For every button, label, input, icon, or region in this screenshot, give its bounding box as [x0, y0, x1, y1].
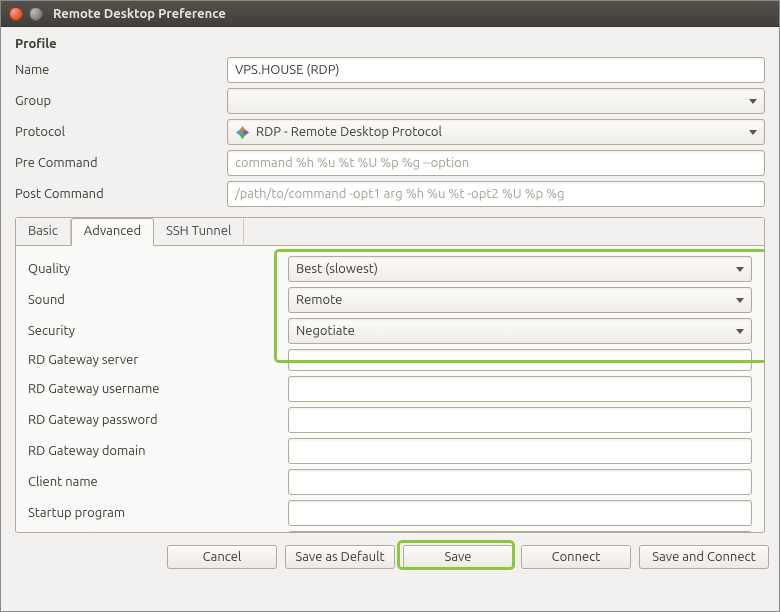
group-dropdown[interactable]	[227, 88, 765, 114]
sound-dropdown[interactable]: Remote	[288, 287, 752, 313]
save-as-default-button[interactable]: Save as Default	[285, 545, 395, 569]
quality-label: Quality	[28, 262, 288, 276]
post-command-label: Post Command	[15, 187, 227, 201]
quality-dropdown[interactable]: Best (slowest)	[288, 256, 752, 282]
close-icon[interactable]	[9, 7, 23, 21]
post-command-input[interactable]	[227, 181, 765, 207]
rdgw-server-label: RD Gateway server	[28, 353, 288, 367]
rdgw-server-input[interactable]	[288, 349, 752, 371]
save-button[interactable]: Save	[403, 545, 513, 569]
client-name-label: Client name	[28, 475, 288, 489]
protocol-value: RDP - Remote Desktop Protocol	[256, 125, 743, 139]
rdp-icon	[235, 125, 250, 140]
security-label: Security	[28, 324, 288, 338]
tab-bar: Basic Advanced SSH Tunnel	[16, 218, 764, 246]
startup-program-input[interactable]	[288, 500, 752, 526]
startup-path-label: Startup path	[28, 531, 288, 532]
chevron-down-icon	[736, 267, 744, 272]
tab-ssh-tunnel[interactable]: SSH Tunnel	[154, 219, 244, 246]
rdgw-domain-input[interactable]	[288, 438, 752, 464]
chevron-down-icon	[749, 130, 757, 135]
rdgw-username-input[interactable]	[288, 376, 752, 402]
minimize-icon[interactable]	[29, 7, 43, 21]
rdgw-password-label: RD Gateway password	[28, 413, 288, 427]
startup-program-label: Startup program	[28, 506, 288, 520]
pre-command-label: Pre Command	[15, 156, 227, 170]
profile-heading: Profile	[15, 37, 765, 51]
chevron-down-icon	[736, 329, 744, 334]
security-dropdown[interactable]: Negotiate	[288, 318, 752, 344]
protocol-label: Protocol	[15, 125, 227, 139]
rdgw-password-input[interactable]	[288, 407, 752, 433]
button-bar: Cancel Save as Default Save Connect Save…	[1, 539, 779, 577]
pre-command-input[interactable]	[227, 150, 765, 176]
cancel-button[interactable]: Cancel	[167, 545, 277, 569]
window-title: Remote Desktop Preference	[53, 7, 226, 21]
name-input[interactable]	[227, 57, 765, 83]
tab-basic[interactable]: Basic	[16, 219, 71, 246]
rdgw-domain-label: RD Gateway domain	[28, 444, 288, 458]
title-bar: Remote Desktop Preference	[1, 1, 779, 27]
chevron-down-icon	[749, 99, 757, 104]
protocol-dropdown[interactable]: RDP - Remote Desktop Protocol	[227, 119, 765, 145]
window-buttons	[9, 7, 43, 21]
startup-path-input[interactable]	[288, 531, 752, 532]
tab-advanced[interactable]: Advanced	[71, 218, 154, 246]
save-and-connect-button[interactable]: Save and Connect	[639, 545, 769, 569]
tab-advanced-body: Quality Best (slowest) Sound Remote Secu…	[16, 246, 764, 532]
client-name-input[interactable]	[288, 469, 752, 495]
chevron-down-icon	[736, 298, 744, 303]
sound-label: Sound	[28, 293, 288, 307]
settings-tabs: Basic Advanced SSH Tunnel Quality Best (…	[15, 217, 765, 533]
group-label: Group	[15, 94, 227, 108]
name-label: Name	[15, 63, 227, 77]
connect-button[interactable]: Connect	[521, 545, 631, 569]
rdgw-username-label: RD Gateway username	[28, 382, 288, 396]
